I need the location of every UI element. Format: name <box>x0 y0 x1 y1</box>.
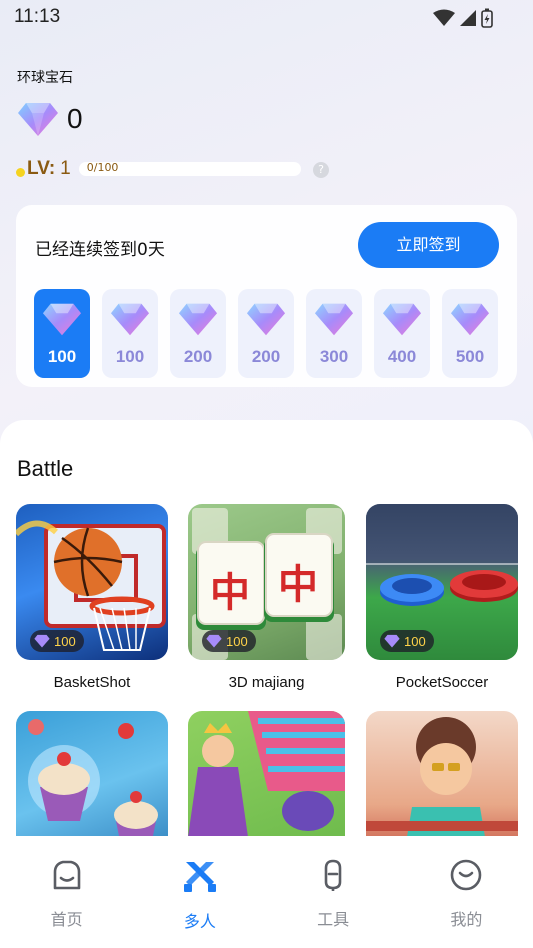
gem-icon <box>382 301 422 341</box>
nav-label: 多人 <box>183 912 216 931</box>
checkin-day-reward: 300 <box>319 347 349 366</box>
game-card-basketshot[interactable]: 100 BasketShot <box>16 504 168 691</box>
battery-icon <box>481 8 493 28</box>
nav-item-tools[interactable]: 工具 <box>267 836 400 948</box>
checkin-day-item[interactable]: 200 <box>238 289 294 378</box>
battle-swords-icon <box>183 862 216 892</box>
mahjong-tile-left: 中 <box>210 570 250 616</box>
level-progress-text: 0/100 <box>86 162 119 174</box>
level-row: LV: 1 0/100 <box>16 158 301 180</box>
wifi-icon <box>433 9 455 26</box>
game-name[interactable]: PocketSoccer <box>366 674 518 691</box>
gem-icon <box>34 634 50 648</box>
checkin-day-reward: 100 <box>47 347 77 366</box>
tools-icon <box>324 859 342 891</box>
gem-icon <box>18 103 58 136</box>
game-name[interactable]: 3D majiang <box>188 674 345 691</box>
checkin-card: 已经连续签到0天 立即签到 100 100 200 200 300 400 500 <box>16 205 517 387</box>
page-title: 环球宝石 <box>17 70 73 86</box>
checkin-day-reward: 200 <box>251 347 281 366</box>
gem-icon <box>314 301 354 341</box>
game-price: 100 <box>54 633 76 649</box>
game-card-pocketsoccer[interactable]: 100 PocketSoccer <box>366 504 518 691</box>
checkin-day-item[interactable]: 100 <box>34 289 90 378</box>
checkin-day-reward: 500 <box>455 347 485 366</box>
nav-label: 工具 <box>317 910 350 929</box>
level-label: LV: <box>27 158 56 179</box>
checkin-day-item[interactable]: 500 <box>442 289 498 378</box>
profile-smile-icon <box>451 859 482 891</box>
gem-icon <box>206 634 222 648</box>
gem-icon <box>246 301 286 341</box>
game-price-badge: 100 <box>380 630 434 652</box>
game-price-badge: 100 <box>202 630 256 652</box>
nav-label: 我的 <box>450 910 483 929</box>
checkin-day-item[interactable]: 400 <box>374 289 430 378</box>
gem-icon <box>450 301 490 341</box>
status-bar: 11:13 <box>0 0 533 34</box>
bottom-nav: 首页 多人 工具 我的 <box>0 836 533 948</box>
mahjong-tile-right: 中 <box>278 562 318 608</box>
checkin-message: 已经连续签到0天 <box>35 240 165 260</box>
home-icon <box>53 860 80 890</box>
level-progress-bar: 0/100 <box>78 162 301 176</box>
game-price-badge: 100 <box>30 630 84 652</box>
game-name[interactable]: BasketShot <box>16 674 168 691</box>
status-time: 11:13 <box>14 6 61 27</box>
checkin-day-reward: 100 <box>115 347 145 366</box>
checkin-day-item[interactable]: 300 <box>306 289 362 378</box>
nav-item-profile[interactable]: 我的 <box>400 836 533 948</box>
nav-item-multiplayer[interactable]: 多人 <box>133 836 266 948</box>
game-thumb-3d-majiang[interactable]: 中 中 100 <box>188 504 345 660</box>
gem-icon <box>42 301 82 341</box>
nav-item-home[interactable]: 首页 <box>0 836 133 948</box>
game-card-3d-majiang[interactable]: 中 中 100 3D majiang <box>188 504 345 691</box>
checkin-day-list: 100 100 200 200 300 400 500 <box>34 289 498 378</box>
checkin-day-reward: 200 <box>183 347 213 366</box>
game-price: 100 <box>404 633 426 649</box>
checkin-day-item[interactable]: 200 <box>170 289 226 378</box>
gem-icon <box>384 634 400 648</box>
checkin-button[interactable]: 立即签到 <box>358 222 499 268</box>
signal-icon <box>460 10 476 26</box>
gem-icon <box>110 301 150 341</box>
gem-icon <box>178 301 218 341</box>
checkin-day-item[interactable]: 100 <box>102 289 158 378</box>
game-thumb-pocketsoccer[interactable]: 100 <box>366 504 518 660</box>
checkin-day-reward: 400 <box>387 347 417 366</box>
status-icons <box>433 8 493 28</box>
help-icon[interactable]: ? <box>313 162 329 178</box>
level-value: 1 <box>60 158 71 179</box>
section-title: Battle <box>17 456 74 481</box>
coin-icon <box>16 167 25 177</box>
game-thumb-basketshot[interactable]: 100 <box>16 504 168 660</box>
gem-balance: 0 <box>17 101 83 137</box>
game-price: 100 <box>226 633 248 649</box>
nav-label: 首页 <box>50 910 83 929</box>
gem-count: 0 <box>67 103 83 134</box>
